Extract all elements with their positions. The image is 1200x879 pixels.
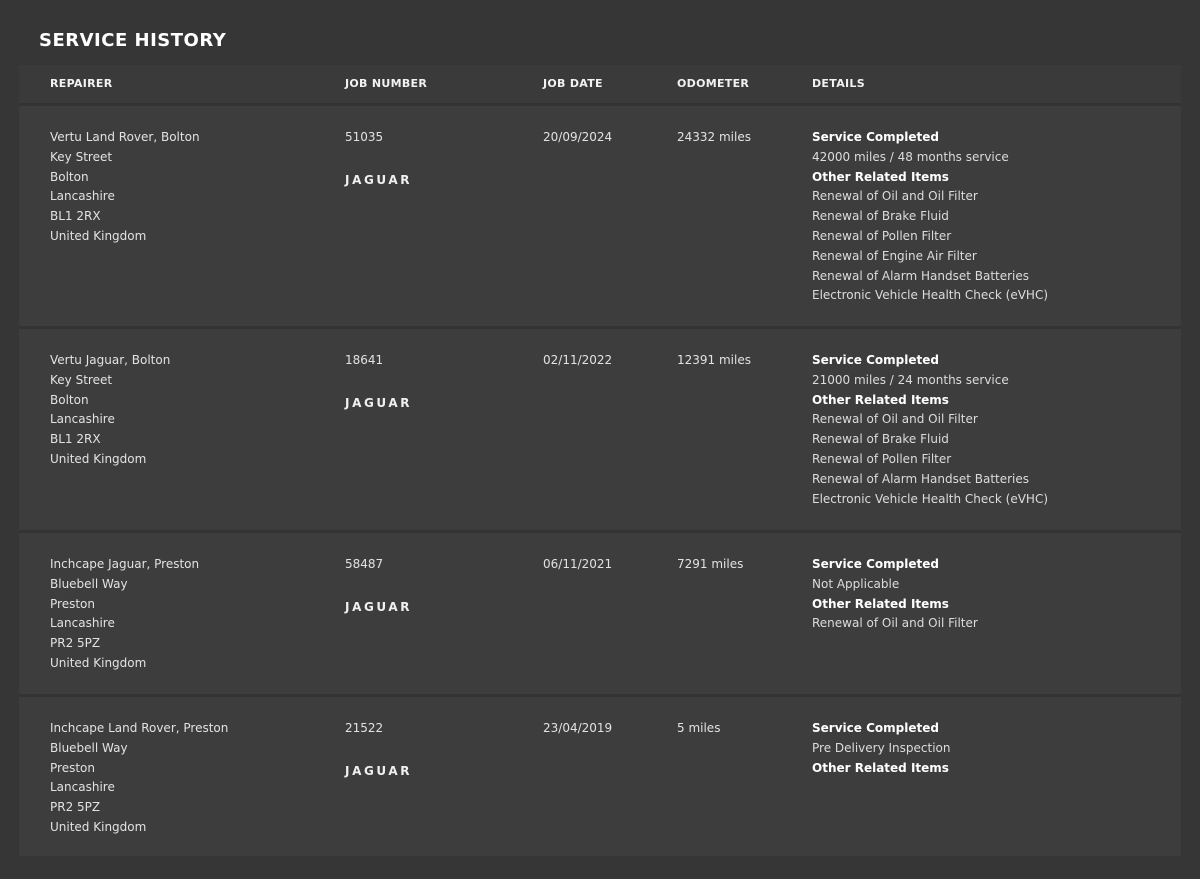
detail-item: Renewal of Pollen Filter bbox=[812, 228, 952, 243]
repairer-line: Lancashire bbox=[50, 412, 115, 427]
odometer-reading: 5 miles bbox=[677, 721, 721, 735]
detail-item: Electronic Vehicle Health Check (eVHC) bbox=[812, 288, 1048, 303]
jaguar-logo: JAGUAR bbox=[345, 395, 413, 410]
service-history-table: REPAIRER JOB NUMBER JOB DATE ODOMETER DE… bbox=[19, 65, 1181, 856]
detail-heading: Service Completed bbox=[812, 353, 939, 367]
detail-item: Renewal of Oil and Oil Filter bbox=[812, 412, 978, 427]
job-number: 21522 bbox=[345, 721, 384, 735]
job-date: 06/11/2021 bbox=[543, 557, 613, 571]
detail-heading: Other Related Items bbox=[812, 760, 949, 775]
service-details: Service Completed 21000 miles / 24 month… bbox=[812, 351, 1172, 509]
jaguar-logo: JAGUAR bbox=[345, 599, 413, 614]
repairer-address: Inchcape Land Rover, Preston Bluebell Wa… bbox=[50, 719, 310, 838]
detail-item: Pre Delivery Inspection bbox=[812, 740, 951, 755]
odometer-reading: 24332 miles bbox=[677, 130, 751, 144]
repairer-line: United Kingdom bbox=[50, 819, 147, 834]
header-job-date: JOB DATE bbox=[543, 77, 603, 90]
job-number-cell: 21522 JAGUAR bbox=[345, 719, 505, 782]
repairer-line: PR2 5PZ bbox=[50, 636, 101, 651]
repairer-line: Vertu Jaguar, Bolton bbox=[50, 353, 171, 367]
detail-item: Renewal of Pollen Filter bbox=[812, 451, 952, 466]
repairer-line: Preston bbox=[50, 760, 95, 775]
detail-item: Electronic Vehicle Health Check (eVHC) bbox=[812, 491, 1048, 506]
service-history-page: SERVICE HISTORY REPAIRER JOB NUMBER JOB … bbox=[0, 0, 1200, 879]
detail-heading: Other Related Items bbox=[812, 169, 949, 184]
detail-item: 42000 miles / 48 months service bbox=[812, 149, 1009, 164]
repairer-line: Bolton bbox=[50, 169, 89, 184]
jaguar-logo: JAGUAR bbox=[345, 763, 413, 778]
service-details: Service Completed 42000 miles / 48 month… bbox=[812, 128, 1172, 306]
page-title: SERVICE HISTORY bbox=[39, 30, 227, 51]
odometer-reading: 7291 miles bbox=[677, 557, 744, 571]
job-number: 18641 bbox=[345, 353, 384, 367]
repairer-line: Preston bbox=[50, 596, 95, 611]
repairer-address: Vertu Land Rover, Bolton Key Street Bolt… bbox=[50, 128, 310, 247]
job-date: 23/04/2019 bbox=[543, 721, 613, 735]
repairer-line: United Kingdom bbox=[50, 228, 147, 243]
repairer-line: BL1 2RX bbox=[50, 209, 101, 224]
table-header-row: REPAIRER JOB NUMBER JOB DATE ODOMETER DE… bbox=[19, 65, 1181, 103]
detail-item: Renewal of Oil and Oil Filter bbox=[812, 616, 978, 631]
header-details: DETAILS bbox=[812, 77, 865, 90]
detail-heading: Service Completed bbox=[812, 557, 939, 571]
detail-item: Renewal of Alarm Handset Batteries bbox=[812, 471, 1030, 486]
repairer-line: Bolton bbox=[50, 392, 89, 407]
repairer-line: United Kingdom bbox=[50, 451, 147, 466]
repairer-line: Bluebell Way bbox=[50, 740, 128, 755]
jaguar-logo: JAGUAR bbox=[345, 172, 413, 187]
detail-heading: Service Completed bbox=[812, 130, 939, 144]
table-row: Vertu Land Rover, Bolton Key Street Bolt… bbox=[19, 103, 1181, 326]
repairer-line: BL1 2RX bbox=[50, 432, 101, 447]
service-details: Service Completed Pre Delivery Inspectio… bbox=[812, 719, 1172, 778]
repairer-line: Key Street bbox=[50, 149, 113, 164]
table-row: Vertu Jaguar, Bolton Key Street Bolton L… bbox=[19, 326, 1181, 530]
detail-heading: Service Completed bbox=[812, 721, 939, 735]
repairer-line: United Kingdom bbox=[50, 655, 147, 670]
header-job-number: JOB NUMBER bbox=[345, 77, 428, 90]
repairer-line: Inchcape Land Rover, Preston bbox=[50, 721, 229, 735]
page-bottom-margin bbox=[0, 860, 1200, 879]
repairer-line: Inchcape Jaguar, Preston bbox=[50, 557, 200, 571]
header-repairer: REPAIRER bbox=[50, 77, 113, 90]
detail-item: Renewal of Brake Fluid bbox=[812, 432, 949, 447]
repairer-line: Vertu Land Rover, Bolton bbox=[50, 130, 200, 144]
job-number: 58487 bbox=[345, 557, 384, 571]
job-date: 20/09/2024 bbox=[543, 130, 613, 144]
detail-item: 21000 miles / 24 months service bbox=[812, 372, 1009, 387]
table-row: Inchcape Jaguar, Preston Bluebell Way Pr… bbox=[19, 530, 1181, 694]
table-row: Inchcape Land Rover, Preston Bluebell Wa… bbox=[19, 694, 1181, 856]
repairer-line: Lancashire bbox=[50, 616, 115, 631]
job-date: 02/11/2022 bbox=[543, 353, 613, 367]
detail-heading: Other Related Items bbox=[812, 596, 949, 611]
detail-heading: Other Related Items bbox=[812, 392, 949, 407]
repairer-line: Key Street bbox=[50, 372, 113, 387]
job-number-cell: 58487 JAGUAR bbox=[345, 555, 505, 618]
repairer-line: PR2 5PZ bbox=[50, 800, 101, 815]
detail-item: Not Applicable bbox=[812, 576, 900, 591]
detail-item: Renewal of Engine Air Filter bbox=[812, 248, 977, 263]
header-odometer: ODOMETER bbox=[677, 77, 750, 90]
detail-item: Renewal of Oil and Oil Filter bbox=[812, 189, 978, 204]
repairer-address: Vertu Jaguar, Bolton Key Street Bolton L… bbox=[50, 351, 310, 470]
odometer-reading: 12391 miles bbox=[677, 353, 751, 367]
job-number-cell: 51035 JAGUAR bbox=[345, 128, 505, 191]
service-details: Service Completed Not Applicable Other R… bbox=[812, 555, 1172, 634]
job-number: 51035 bbox=[345, 130, 384, 144]
detail-item: Renewal of Brake Fluid bbox=[812, 209, 949, 224]
repairer-address: Inchcape Jaguar, Preston Bluebell Way Pr… bbox=[50, 555, 310, 674]
detail-item: Renewal of Alarm Handset Batteries bbox=[812, 268, 1030, 283]
repairer-line: Bluebell Way bbox=[50, 576, 128, 591]
repairer-line: Lancashire bbox=[50, 189, 115, 204]
repairer-line: Lancashire bbox=[50, 780, 115, 795]
job-number-cell: 18641 JAGUAR bbox=[345, 351, 505, 414]
